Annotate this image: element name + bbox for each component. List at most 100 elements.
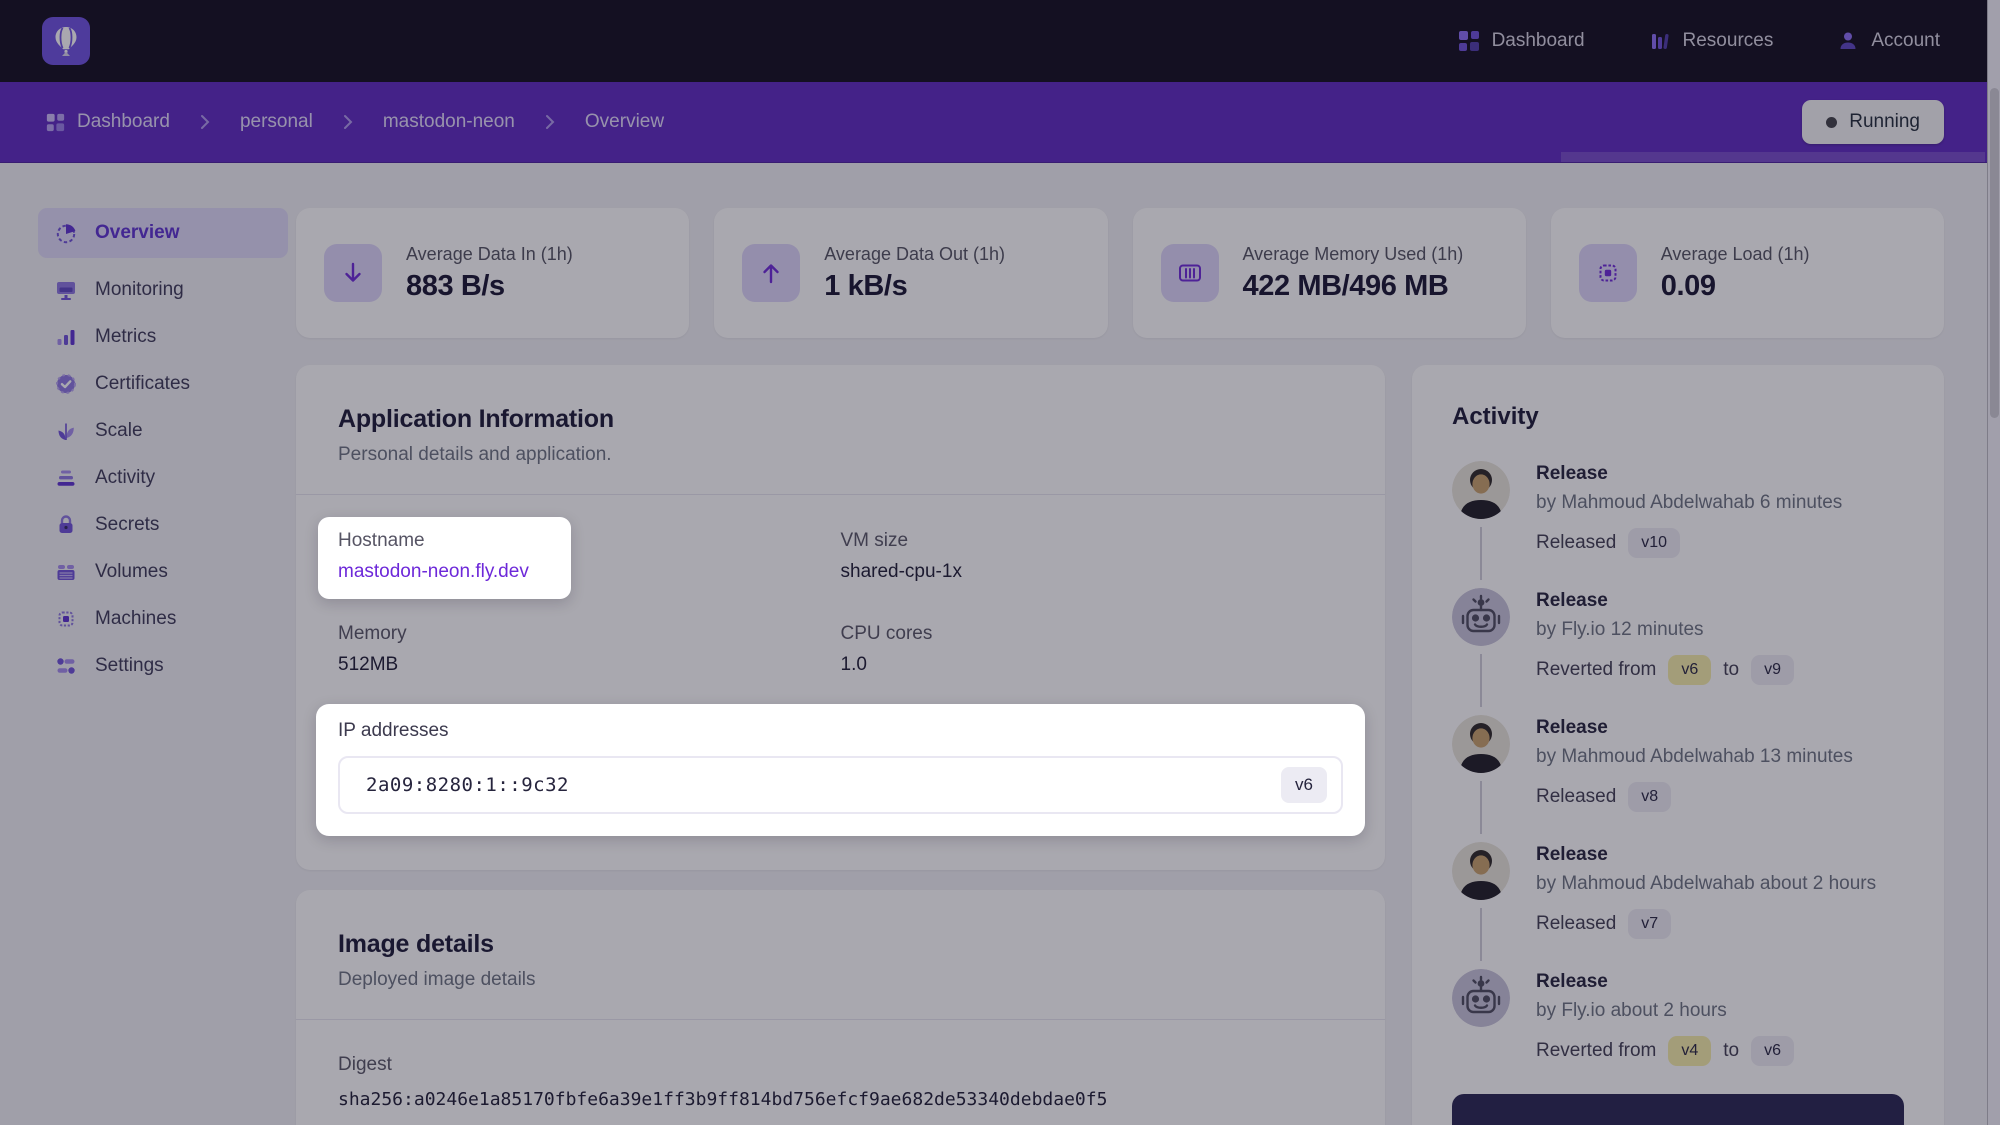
activity-title: Activity — [1452, 403, 1904, 431]
activity-entry-title: Release — [1536, 463, 1842, 485]
layers-icon — [54, 466, 78, 490]
nav-resources[interactable]: Resources — [1649, 30, 1774, 52]
cpu-cores-value: 1.0 — [841, 654, 1344, 676]
header-sub-strip — [1561, 152, 1985, 162]
activity-action-label: Reverted from — [1536, 659, 1656, 681]
bot-avatar — [1452, 969, 1510, 1027]
sidebar: Overview Monitoring Metrics — [38, 208, 288, 689]
cpu-chip-icon — [54, 607, 78, 631]
sidebar-item-label: Monitoring — [95, 279, 184, 301]
breadcrumb: Dashboard personal mastodon-neon Overvie… — [46, 111, 664, 133]
breadcrumb-app[interactable]: mastodon-neon — [383, 111, 515, 133]
hostname-label: Hostname — [338, 530, 551, 552]
vertical-scrollbar[interactable] — [1987, 0, 2000, 1125]
plant-icon — [54, 419, 78, 443]
badge-check-icon — [54, 372, 78, 396]
sidebar-item-volumes[interactable]: Volumes — [38, 548, 288, 595]
breadcrumb-personal[interactable]: personal — [240, 111, 313, 133]
ip-address-row: 2a09:8280:1::9c32 v6 — [338, 756, 1343, 814]
sidebar-item-label: Machines — [95, 608, 176, 630]
version-to-badge: v6 — [1751, 1036, 1794, 1066]
version-from-badge: v6 — [1668, 655, 1711, 685]
sidebar-item-label: Overview — [95, 222, 180, 244]
sidebar-item-metrics[interactable]: Metrics — [38, 313, 288, 360]
stat-value: 883 B/s — [406, 270, 573, 303]
sidebar-item-secrets[interactable]: Secrets — [38, 501, 288, 548]
ip-addresses-spotlight: IP addresses 2a09:8280:1::9c32 v6 — [316, 704, 1365, 836]
stat-value: 0.09 — [1661, 270, 1810, 303]
timeline-connector — [1480, 654, 1482, 707]
sidebar-item-label: Secrets — [95, 514, 159, 536]
activity-action-to: to — [1723, 1040, 1739, 1062]
stat-card-load: Average Load (1h) 0.09 — [1551, 208, 1944, 338]
grid-icon — [46, 113, 65, 132]
activity-entry-meta: by Mahmoud Abdelwahab 6 minutes — [1536, 492, 1842, 514]
activity-action-label: Reverted from — [1536, 1040, 1656, 1062]
digest-label: Digest — [338, 1054, 1343, 1076]
sidebar-item-label: Activity — [95, 467, 155, 489]
stat-value: 1 kB/s — [824, 270, 1005, 303]
scrollbar-thumb[interactable] — [1990, 88, 1999, 418]
stat-card-memory: Average Memory Used (1h) 422 MB/496 MB — [1133, 208, 1526, 338]
lock-icon — [54, 513, 78, 537]
nav-dashboard[interactable]: Dashboard — [1458, 30, 1585, 52]
stat-card-data-out: Average Data Out (1h) 1 kB/s — [714, 208, 1107, 338]
status-badge[interactable]: Running — [1802, 100, 1944, 144]
timeline-connector — [1480, 527, 1482, 580]
ip-version-badge: v6 — [1281, 767, 1327, 803]
stats-row: Average Data In (1h) 883 B/s Average Dat… — [296, 208, 1944, 338]
memory-icon — [1161, 244, 1219, 302]
activity-action-to: to — [1723, 659, 1739, 681]
bot-avatar — [1452, 588, 1510, 646]
activity-entry: Release by Fly.io about 2 hours Reverted… — [1452, 969, 1904, 1076]
sidebar-item-scale[interactable]: Scale — [38, 407, 288, 454]
archive-box-icon — [54, 560, 78, 584]
status-dot-icon — [1826, 117, 1837, 128]
sidebar-item-monitoring[interactable]: Monitoring — [38, 266, 288, 313]
breadcrumb-overview[interactable]: Overview — [585, 111, 664, 133]
activity-action-label: Released — [1536, 532, 1616, 554]
ip-addresses-label: IP addresses — [338, 720, 1343, 742]
nav-resources-label: Resources — [1683, 30, 1774, 52]
breadcrumb-bar: Dashboard personal mastodon-neon Overvie… — [0, 82, 2000, 163]
image-details-card: Image details Deployed image details Dig… — [296, 890, 1385, 1125]
nav-account-label: Account — [1871, 30, 1940, 52]
top-nav-links: Dashboard Resources Account — [1458, 30, 1940, 52]
sidebar-item-settings[interactable]: Settings — [38, 642, 288, 689]
card-title: Application Information — [338, 405, 1343, 434]
flyio-logo[interactable] — [42, 17, 90, 65]
user-avatar — [1452, 461, 1510, 519]
memory-value: 512MB — [338, 654, 841, 676]
memory-label: Memory — [338, 623, 841, 645]
chevron-right-icon — [545, 114, 555, 130]
digest-value: sha256:a0246e1a85170fbfe6a39e1ff3b9ff814… — [338, 1089, 1343, 1110]
sidebar-item-label: Certificates — [95, 373, 190, 395]
breadcrumb-dashboard[interactable]: Dashboard — [46, 111, 170, 133]
sidebar-item-machines[interactable]: Machines — [38, 595, 288, 642]
breadcrumb-overview-label: Overview — [585, 111, 664, 133]
sidebar-item-overview[interactable]: Overview — [38, 208, 288, 258]
breadcrumb-dashboard-label: Dashboard — [77, 111, 170, 133]
vm-size-label: VM size — [841, 530, 1344, 552]
activity-entry-title: Release — [1536, 971, 1794, 993]
main-content: Average Data In (1h) 883 B/s Average Dat… — [296, 208, 1944, 1125]
sidebar-item-certificates[interactable]: Certificates — [38, 360, 288, 407]
status-badge-label: Running — [1849, 111, 1920, 133]
top-nav-bar: Dashboard Resources Account — [0, 0, 2000, 82]
hostname-link[interactable]: mastodon-neon.fly.dev — [338, 561, 551, 583]
version-badge: v10 — [1628, 528, 1680, 558]
view-all-activity-button[interactable] — [1452, 1094, 1904, 1125]
stat-label: Average Data Out (1h) — [824, 244, 1005, 265]
nav-account[interactable]: Account — [1837, 30, 1940, 52]
sidebar-item-label: Volumes — [95, 561, 168, 583]
sidebar-item-activity[interactable]: Activity — [38, 454, 288, 501]
grid-icon — [1458, 30, 1480, 52]
balloon-icon — [49, 24, 83, 58]
application-information-card: Application Information Personal details… — [296, 365, 1385, 870]
activity-entry: Release by Fly.io 12 minutes Reverted fr… — [1452, 588, 1904, 715]
breadcrumb-app-label: mastodon-neon — [383, 111, 515, 133]
arrow-down-icon — [324, 244, 382, 302]
activity-entry-title: Release — [1536, 717, 1853, 739]
activity-entry: Release by Mahmoud Abdelwahab 6 minutes … — [1452, 461, 1904, 588]
version-badge: v8 — [1628, 782, 1671, 812]
